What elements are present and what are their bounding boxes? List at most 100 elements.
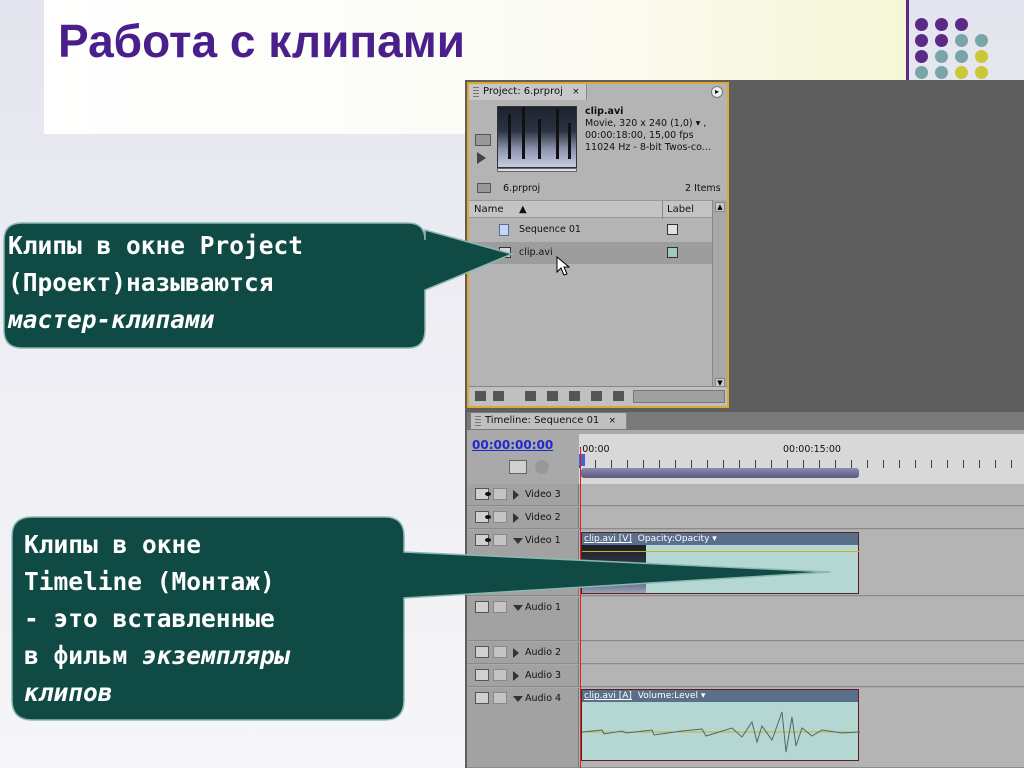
audio-clip-effect[interactable]: Volume:Level ▾: [638, 691, 706, 701]
close-icon[interactable]: ×: [608, 416, 616, 426]
playhead-line[interactable]: [580, 448, 581, 768]
project-panel: Project: 6.prproj × ▸ clip.avi Movie, 32…: [467, 82, 729, 408]
snap-icon[interactable]: [509, 460, 527, 474]
sort-icon[interactable]: ▲: [519, 201, 527, 218]
decor-dots: [913, 18, 1013, 88]
opacity-line[interactable]: [582, 551, 860, 552]
track-header: Video 2: [467, 507, 579, 528]
dot: [915, 34, 928, 47]
collapse-icon[interactable]: [513, 696, 523, 702]
track-header: Audio 4: [467, 688, 579, 767]
eye-icon[interactable]: [475, 534, 491, 546]
tab-project-label: Project: 6.prproj: [483, 86, 563, 97]
callout-line: - это вставленные: [24, 604, 275, 633]
lock-toggle[interactable]: [493, 488, 507, 500]
column-header: Name ▲ Label: [469, 200, 712, 219]
new-item-icon[interactable]: [591, 391, 602, 401]
ruler-ticks: [579, 460, 1024, 468]
tab-timeline[interactable]: Timeline: Sequence 01 ×: [471, 413, 627, 429]
folder-up-icon[interactable]: [477, 183, 491, 193]
tab-project[interactable]: Project: 6.prproj ×: [469, 84, 587, 100]
list-item[interactable]: clip.avi: [469, 242, 712, 264]
lock-toggle[interactable]: [493, 669, 507, 681]
tree-shape: [522, 107, 525, 159]
find-icon[interactable]: [547, 391, 558, 401]
keyframe-icon[interactable]: [557, 461, 567, 473]
track-name: Video 3: [525, 489, 561, 500]
track-header: Video 1: [467, 530, 579, 595]
audio-clip[interactable]: clip.avi [A] Volume:Level ▾: [581, 689, 861, 761]
list-view-icon[interactable]: [475, 391, 486, 401]
clip-info: clip.avi Movie, 320 x 240 (1,0) ▾ , 00:0…: [585, 106, 711, 154]
col-name-header[interactable]: Name: [474, 201, 504, 218]
tab-timeline-label: Timeline: Sequence 01: [485, 415, 600, 426]
video-clip-effect[interactable]: Opacity:Opacity ▾: [638, 534, 717, 544]
video-clip[interactable]: clip.avi [V] Opacity:Opacity ▾: [581, 532, 860, 594]
work-area-bar[interactable]: [581, 468, 859, 478]
tree-shape: [538, 119, 541, 159]
lock-toggle[interactable]: [493, 601, 507, 613]
delete-icon[interactable]: [613, 391, 624, 401]
dot: [935, 66, 948, 79]
scroll-up-icon[interactable]: ▲: [715, 202, 725, 212]
play-icon[interactable]: [477, 152, 486, 164]
scrollbar[interactable]: ▲ ▼: [712, 200, 727, 390]
thumbnail-scrubber[interactable]: [497, 168, 577, 172]
speaker-icon[interactable]: [475, 669, 489, 681]
dot: [935, 50, 948, 63]
dot: [955, 34, 968, 47]
new-bin-icon[interactable]: [569, 391, 580, 401]
callout-line: мастер-клипами: [8, 305, 215, 334]
dot: [955, 50, 968, 63]
speaker-icon[interactable]: [475, 601, 489, 613]
expand-icon[interactable]: [513, 490, 519, 500]
callout-line: Клипы в окне Project: [8, 231, 304, 260]
callout-line-4a: в фильм: [24, 641, 143, 670]
collapse-icon[interactable]: [513, 605, 523, 611]
dot: [955, 18, 968, 31]
eye-icon[interactable]: [475, 511, 491, 523]
tree-shape: [508, 114, 511, 159]
speaker-icon[interactable]: [475, 692, 489, 704]
close-icon[interactable]: ×: [572, 87, 580, 97]
expand-icon[interactable]: [513, 513, 519, 523]
track-header: Audio 3: [467, 665, 579, 686]
title-divider: [906, 0, 909, 85]
panel-menu-icon[interactable]: ▸: [711, 86, 723, 98]
expand-icon[interactable]: [513, 648, 519, 658]
dot: [935, 34, 948, 47]
timecode-display[interactable]: 00:00:00:00: [472, 438, 553, 452]
callout-line-4b: экземпляры: [142, 641, 290, 670]
audio-clip-label: clip.avi [A]: [584, 691, 632, 701]
lock-toggle[interactable]: [493, 511, 507, 523]
grip-icon: [473, 87, 479, 97]
expand-icon[interactable]: [513, 671, 519, 681]
row-name: clip.avi: [519, 247, 553, 258]
callout-line-4: в фильм экземпляры: [24, 637, 290, 674]
dot: [975, 34, 988, 47]
horizontal-scrollbar[interactable]: [633, 390, 725, 403]
list-item[interactable]: Sequence 01: [469, 219, 712, 241]
lock-toggle[interactable]: [493, 534, 507, 546]
project-name: 6.prproj: [503, 183, 541, 194]
time-ruler[interactable]: :00:00 00:00:15:00: [579, 434, 1024, 484]
clip-icon: [499, 247, 511, 258]
audio-waveform: [581, 711, 861, 753]
audio-clip-header: clip.avi [A] Volume:Level ▾: [582, 690, 858, 702]
collapse-icon[interactable]: [513, 538, 523, 544]
camera-icon[interactable]: [475, 134, 491, 146]
clip-info-line2: 00:00:18:00, 15,00 fps: [585, 130, 694, 141]
dot: [975, 66, 988, 79]
track-video-1: Video 1 clip.avi [V] Opacity:Opacity ▾: [467, 530, 1024, 596]
speaker-icon[interactable]: [475, 646, 489, 658]
automate-icon[interactable]: [525, 391, 536, 401]
lock-toggle[interactable]: [493, 646, 507, 658]
icon-view-icon[interactable]: [493, 391, 504, 401]
col-label-header[interactable]: Label: [662, 201, 694, 219]
marker-icon[interactable]: [535, 460, 549, 474]
row-name: Sequence 01: [519, 224, 581, 235]
track-name: Audio 2: [525, 647, 562, 658]
track-video-3: Video 3: [467, 484, 1024, 506]
eye-icon[interactable]: [475, 488, 491, 500]
lock-toggle[interactable]: [493, 692, 507, 704]
